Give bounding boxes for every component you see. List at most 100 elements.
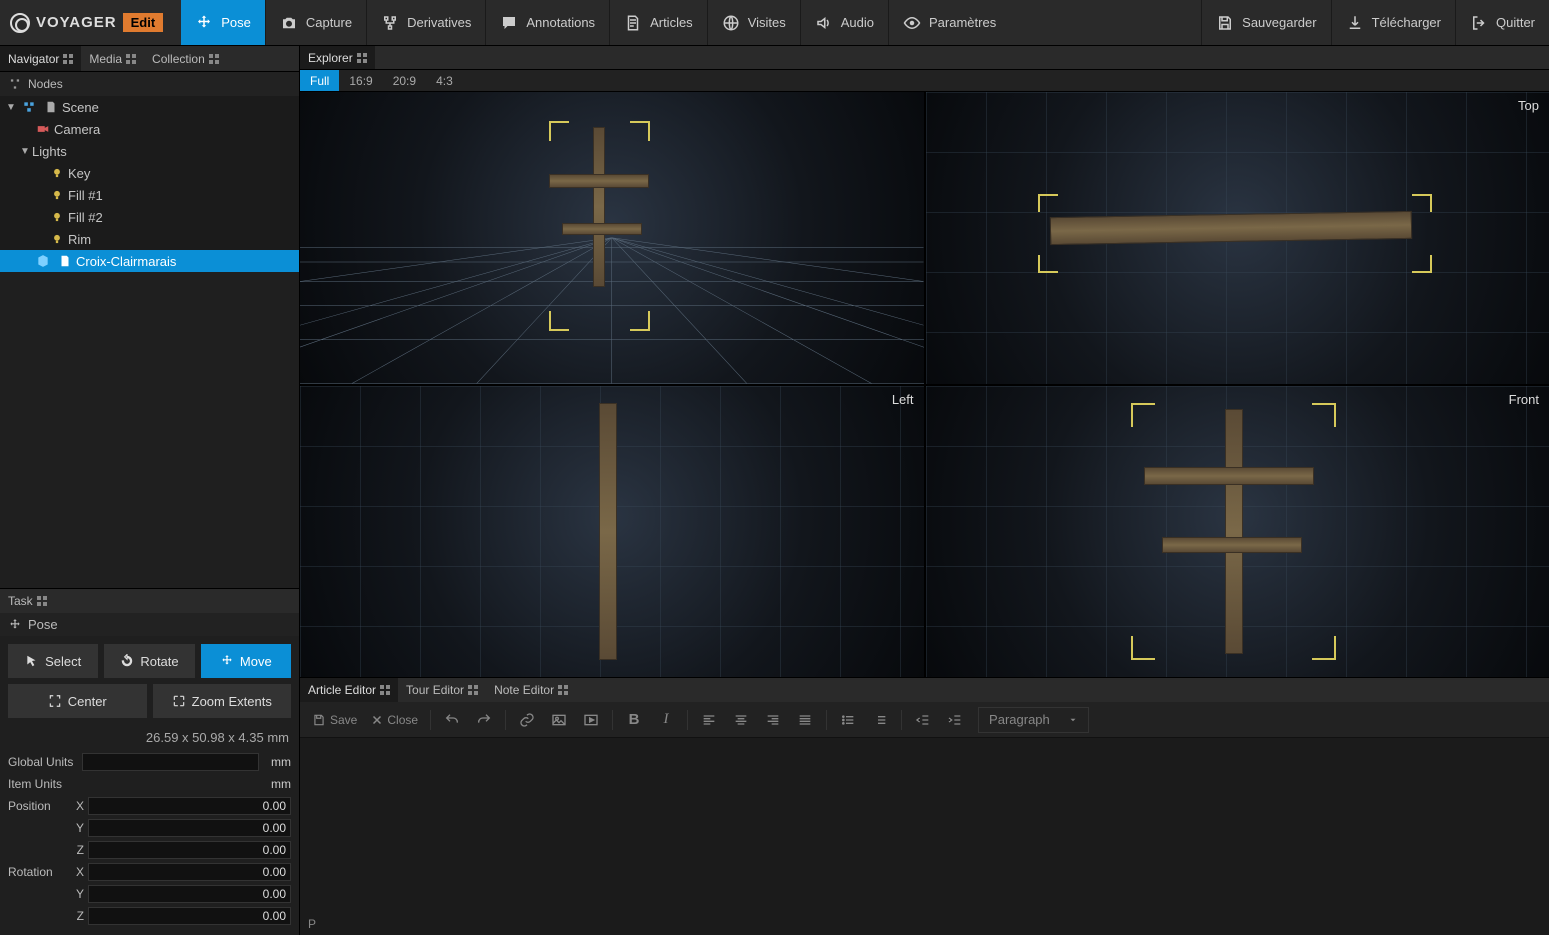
indent-button[interactable] (940, 706, 970, 734)
menu-articles[interactable]: Articles (609, 0, 707, 45)
editor-body[interactable]: P (300, 738, 1549, 935)
tree-lights[interactable]: ▼ Lights (0, 140, 299, 162)
position-z-field[interactable] (88, 841, 291, 859)
chevron-down-icon[interactable]: ▼ (4, 102, 18, 113)
menu-label: Articles (650, 15, 693, 30)
bracket-icon (630, 121, 650, 141)
document-icon (58, 254, 72, 268)
select-button[interactable]: Select (8, 644, 98, 678)
tab-article-editor[interactable]: Article Editor (300, 678, 398, 702)
menu-derivatives[interactable]: Derivatives (366, 0, 485, 45)
editor-save-button[interactable]: Save (306, 706, 363, 734)
lightbulb-icon (50, 210, 64, 224)
menu-download[interactable]: Télécharger (1331, 0, 1455, 45)
video-camera-icon (36, 122, 50, 136)
position-y-field[interactable] (88, 819, 291, 837)
chevron-down-icon[interactable]: ▼ (18, 146, 32, 157)
align-left-button[interactable] (694, 706, 724, 734)
list-ol-button[interactable] (865, 706, 895, 734)
menu-visites[interactable]: Visites (707, 0, 800, 45)
global-units-field[interactable] (82, 753, 259, 771)
tab-navigator[interactable]: Navigator (0, 46, 81, 71)
align-center-button[interactable] (726, 706, 756, 734)
tab-label: Article Editor (308, 683, 376, 697)
position-x-field[interactable] (88, 797, 291, 815)
cursor-icon (25, 654, 39, 668)
tree-camera[interactable]: Camera (0, 118, 299, 140)
bold-button[interactable]: B (619, 706, 649, 734)
menu-label: Pose (221, 15, 251, 30)
link-button[interactable] (512, 706, 542, 734)
rotation-x-field[interactable] (88, 863, 291, 881)
aspect-20-9[interactable]: 20:9 (383, 70, 426, 91)
bracket-icon (630, 311, 650, 331)
align-justify-button[interactable] (790, 706, 820, 734)
model-proxy (1225, 409, 1243, 654)
rotation-z-field[interactable] (88, 907, 291, 925)
aspect-16-9[interactable]: 16:9 (339, 70, 382, 91)
align-right-button[interactable] (758, 706, 788, 734)
italic-button[interactable]: I (651, 706, 681, 734)
grid-icon (37, 596, 47, 606)
bracket-icon (1038, 255, 1058, 273)
tab-media[interactable]: Media (81, 46, 144, 71)
grid-icon (63, 54, 73, 64)
aspect-full[interactable]: Full (300, 70, 339, 91)
viewport-left[interactable]: Left (300, 386, 924, 678)
axis-x: X (70, 799, 84, 813)
rotation-label: Rotation (8, 865, 66, 879)
grid-icon (126, 54, 136, 64)
video-button[interactable] (576, 706, 606, 734)
outdent-button[interactable] (908, 706, 938, 734)
tab-label: Tour Editor (406, 683, 464, 697)
tree-label: Lights (32, 144, 293, 159)
paragraph-select[interactable]: Paragraph (978, 707, 1089, 733)
menu-save[interactable]: Sauvegarder (1201, 0, 1330, 45)
viewport-top[interactable]: Top (926, 92, 1549, 384)
tab-note-editor[interactable]: Note Editor (486, 678, 576, 702)
tab-collection[interactable]: Collection (144, 46, 227, 71)
rotate-button[interactable]: Rotate (104, 644, 194, 678)
move-button[interactable]: Move (201, 644, 291, 678)
viewport-perspective[interactable] (300, 92, 924, 384)
pose-subheader-label: Pose (28, 617, 58, 632)
menu-label: Télécharger (1372, 15, 1441, 30)
global-units-label: Global Units (8, 755, 78, 769)
grid-icon (380, 685, 390, 695)
list-ul-button[interactable] (833, 706, 863, 734)
tree-light-key[interactable]: Key (0, 162, 299, 184)
tree-light-fill1[interactable]: Fill #1 (0, 184, 299, 206)
audio-icon (815, 14, 833, 32)
tab-tour-editor[interactable]: Tour Editor (398, 678, 486, 702)
tree-light-rim[interactable]: Rim (0, 228, 299, 250)
undo-button[interactable] (437, 706, 467, 734)
viewport-front[interactable]: Front (926, 386, 1549, 678)
aspect-4-3[interactable]: 4:3 (426, 70, 463, 91)
menu-parametres[interactable]: Paramètres (888, 0, 1010, 45)
list-ul-icon (840, 712, 856, 728)
position-label: Position (8, 799, 66, 813)
zoom-extents-button[interactable]: Zoom Extents (153, 684, 292, 718)
menu-pose[interactable]: Pose (181, 0, 265, 45)
tab-label: Note Editor (494, 683, 554, 697)
menu-capture[interactable]: Capture (265, 0, 366, 45)
editor-close-button[interactable]: Close (365, 706, 424, 734)
axis-x: X (70, 865, 84, 879)
tab-explorer[interactable]: Explorer (300, 46, 375, 69)
menu-audio[interactable]: Audio (800, 0, 888, 45)
menu-label: Capture (306, 15, 352, 30)
menu-exit[interactable]: Quitter (1455, 0, 1549, 45)
image-button[interactable] (544, 706, 574, 734)
button-label: Zoom Extents (192, 694, 272, 709)
center-button[interactable]: Center (8, 684, 147, 718)
tree-light-fill2[interactable]: Fill #2 (0, 206, 299, 228)
tree-model[interactable]: Croix-Clairmarais (0, 250, 299, 272)
bracket-icon (1131, 636, 1155, 660)
button-label: Rotate (140, 654, 178, 669)
menu-annotations[interactable]: Annotations (485, 0, 609, 45)
bracket-icon (1038, 194, 1058, 212)
bracket-icon (549, 311, 569, 331)
rotation-y-field[interactable] (88, 885, 291, 903)
tree-scene[interactable]: ▼ Scene (0, 96, 299, 118)
redo-button[interactable] (469, 706, 499, 734)
